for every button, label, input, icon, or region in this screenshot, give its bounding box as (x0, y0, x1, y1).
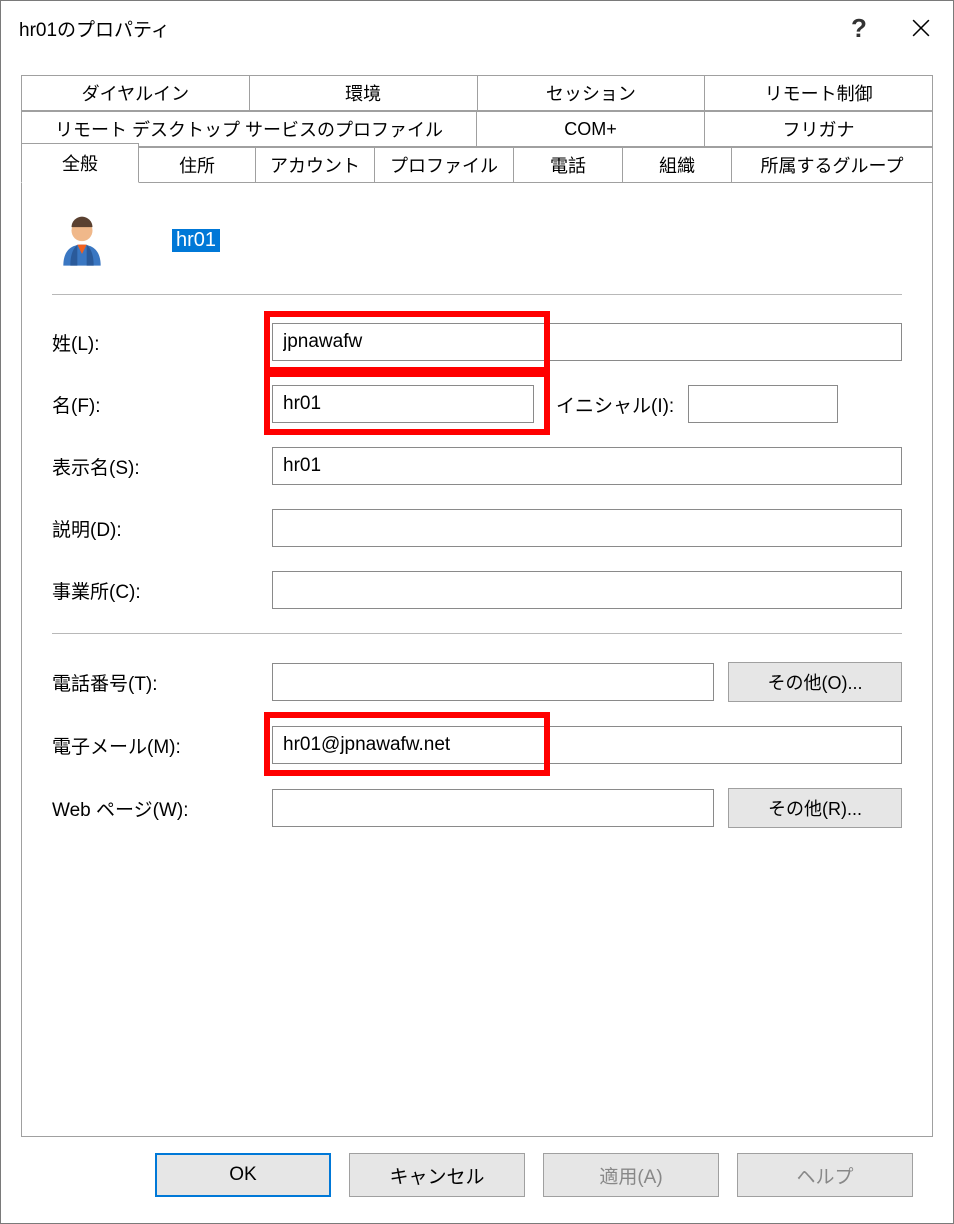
email-label: 電子メール(M): (52, 732, 272, 759)
tab-memberof[interactable]: 所属するグループ (731, 147, 933, 183)
apply-button[interactable]: 適用(A) (543, 1153, 719, 1197)
close-icon (912, 19, 930, 37)
firstname-label: 名(F): (52, 391, 272, 418)
tab-remote-ctrl[interactable]: リモート制御 (704, 75, 933, 111)
description-input[interactable] (272, 509, 902, 547)
tab-sessions[interactable]: セッション (477, 75, 706, 111)
phone-input[interactable] (272, 663, 714, 701)
email-input[interactable] (272, 726, 902, 764)
initials-label: イニシャル(I): (556, 391, 674, 418)
close-button[interactable] (889, 1, 953, 55)
tab-row-1: ダイヤルイン 環境 セッション リモート制御 (21, 75, 933, 111)
dialog-buttons: OK キャンセル 適用(A) ヘルプ (21, 1137, 933, 1213)
row-web: Web ページ(W): その他(R)... (52, 788, 902, 828)
row-email: 電子メール(M): (52, 726, 902, 764)
firstname-input[interactable] (272, 385, 534, 423)
lastname-input[interactable] (272, 323, 902, 361)
titlebar-buttons: ? (829, 1, 953, 55)
row-phone: 電話番号(T): その他(O)... (52, 662, 902, 702)
office-label: 事業所(C): (52, 577, 272, 604)
phone-label: 電話番号(T): (52, 669, 272, 696)
tab-dialin[interactable]: ダイヤルイン (21, 75, 250, 111)
tab-row-2: リモート デスクトップ サービスのプロファイル COM+ フリガナ (21, 111, 933, 147)
tab-row-3: 全般 住所 アカウント プロファイル 電話 組織 所属するグループ (21, 147, 933, 183)
properties-dialog: hr01のプロパティ ? ダイヤルイン 環境 セッション リモート制御 リモート… (0, 0, 954, 1224)
initials-input[interactable] (688, 385, 838, 423)
tab-furigana[interactable]: フリガナ (704, 111, 933, 147)
phone-other-button[interactable]: その他(O)... (728, 662, 902, 702)
ok-button[interactable]: OK (155, 1153, 331, 1197)
row-firstname: 名(F): イニシャル(I): (52, 385, 902, 423)
displayname-input[interactable] (272, 447, 902, 485)
user-name[interactable]: hr01 (172, 229, 220, 252)
general-panel: hr01 姓(L): 名(F): イニシャル(I): 表示名(S): (21, 182, 933, 1137)
window-title: hr01のプロパティ (19, 15, 829, 42)
tab-complus[interactable]: COM+ (476, 111, 705, 147)
tab-rows: ダイヤルイン 環境 セッション リモート制御 リモート デスクトップ サービスの… (21, 75, 933, 183)
tab-profile[interactable]: プロファイル (374, 147, 514, 183)
separator-2 (52, 633, 902, 634)
row-office: 事業所(C): (52, 571, 902, 609)
tabs-container: ダイヤルイン 環境 セッション リモート制御 リモート デスクトップ サービスの… (21, 75, 933, 1137)
web-label: Web ページ(W): (52, 795, 272, 822)
lastname-label: 姓(L): (52, 329, 272, 356)
help-button-footer[interactable]: ヘルプ (737, 1153, 913, 1197)
tab-phone[interactable]: 電話 (513, 147, 623, 183)
row-displayname: 表示名(S): (52, 447, 902, 485)
user-icon (52, 210, 112, 270)
tab-address[interactable]: 住所 (138, 147, 256, 183)
row-description: 説明(D): (52, 509, 902, 547)
description-label: 説明(D): (52, 515, 272, 542)
separator (52, 294, 902, 295)
tab-rds-profile[interactable]: リモート デスクトップ サービスのプロファイル (21, 111, 477, 147)
tab-account[interactable]: アカウント (255, 147, 375, 183)
dialog-body: ダイヤルイン 環境 セッション リモート制御 リモート デスクトップ サービスの… (1, 55, 953, 1223)
titlebar: hr01のプロパティ ? (1, 1, 953, 55)
row-lastname: 姓(L): (52, 323, 902, 361)
user-header: hr01 (52, 210, 902, 270)
tab-general[interactable]: 全般 (21, 143, 139, 183)
office-input[interactable] (272, 571, 902, 609)
displayname-label: 表示名(S): (52, 453, 272, 480)
help-button[interactable]: ? (829, 1, 889, 55)
web-input[interactable] (272, 789, 714, 827)
question-icon: ? (851, 13, 867, 44)
tab-environment[interactable]: 環境 (249, 75, 478, 111)
tab-org[interactable]: 組織 (622, 147, 732, 183)
web-other-button[interactable]: その他(R)... (728, 788, 902, 828)
cancel-button[interactable]: キャンセル (349, 1153, 525, 1197)
